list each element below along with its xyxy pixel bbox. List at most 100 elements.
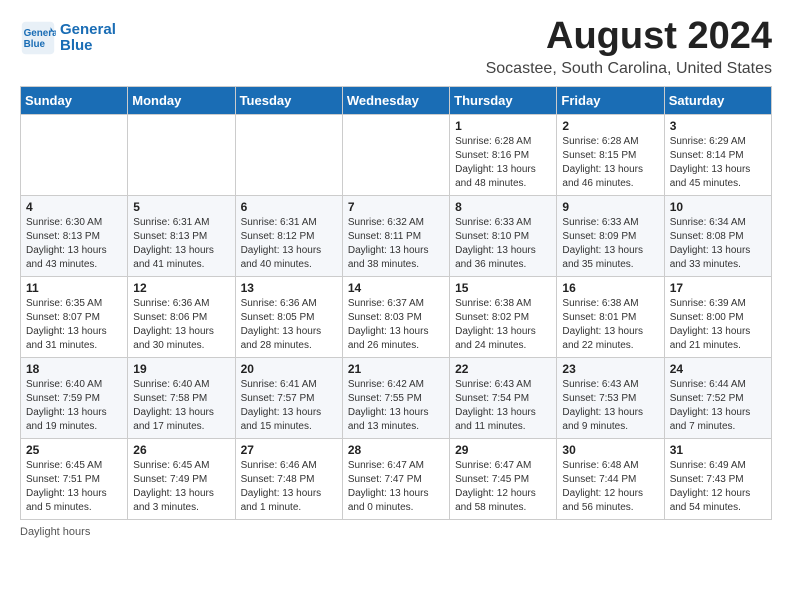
day-number: 13 (241, 281, 337, 295)
logo-icon: General Blue (20, 20, 56, 56)
day-info: Sunrise: 6:48 AMSunset: 7:44 PMDaylight:… (562, 459, 658, 515)
calendar-cell: 8Sunrise: 6:33 AMSunset: 8:10 PMDaylight… (450, 195, 557, 276)
day-number: 28 (348, 443, 444, 457)
day-number: 31 (670, 443, 766, 457)
calendar-cell: 4 Sunrise: 6:30 AMSunset: 8:13 PMDaylight… (21, 195, 128, 276)
logo: General Blue General Blue (20, 20, 116, 56)
calendar-cell: 19 Sunrise: 6:40 AMSunset: 7:58 PMDayligh… (128, 357, 235, 438)
calendar-header-tuesday: Tuesday (235, 86, 342, 114)
calendar-title: August 2024 (486, 16, 772, 58)
calendar-header-sunday: Sunday (21, 86, 128, 114)
day-info: Sunrise: 6:29 AMSunset: 8:14 PMDaylight:… (670, 135, 766, 191)
day-info: Sunrise: 6:36 AMSunset: 8:05 PMDaylight:… (241, 297, 337, 353)
day-number: 6 (241, 200, 337, 214)
day-info: Sunrise: 6:40 AMSunset: 7:59 PMDaylight:… (26, 378, 122, 434)
day-info: Sunrise: 6:38 AMSunset: 8:01 PMDaylight:… (562, 297, 658, 353)
calendar-cell: 1Sunrise: 6:28 AMSunset: 8:16 PMDaylight… (450, 114, 557, 195)
calendar-cell: 12 Sunrise: 6:36 AMSunset: 8:06 PMDayligh… (128, 276, 235, 357)
calendar-cell: 22 Sunrise: 6:43 AMSunset: 7:54 PMDayligh… (450, 357, 557, 438)
calendar-header-saturday: Saturday (664, 86, 771, 114)
calendar-week-row: 25 Sunrise: 6:45 AMSunset: 7:51 PMDayligh… (21, 438, 772, 519)
calendar-cell: 29Sunrise: 6:47 AMSunset: 7:45 PMDayligh… (450, 438, 557, 519)
day-number: 3 (670, 119, 766, 133)
calendar-cell: 13 Sunrise: 6:36 AMSunset: 8:05 PMDayligh… (235, 276, 342, 357)
calendar-table: SundayMondayTuesdayWednesdayThursdayFrid… (20, 86, 772, 520)
calendar-cell: 23 Sunrise: 6:43 AMSunset: 7:53 PMDayligh… (557, 357, 664, 438)
footer-note: Daylight hours (20, 526, 772, 538)
calendar-cell: 17 Sunrise: 6:39 AMSunset: 8:00 PMDayligh… (664, 276, 771, 357)
day-number: 17 (670, 281, 766, 295)
day-number: 26 (133, 443, 229, 457)
day-number: 8 (455, 200, 551, 214)
day-number: 2 (562, 119, 658, 133)
day-info: Sunrise: 6:35 AMSunset: 8:07 PMDaylight:… (26, 297, 122, 353)
calendar-cell: 7Sunrise: 6:32 AMSunset: 8:11 PMDaylight… (342, 195, 449, 276)
header: General Blue General Blue August 2024 So… (20, 16, 772, 78)
calendar-cell: 9Sunrise: 6:33 AMSunset: 8:09 PMDaylight… (557, 195, 664, 276)
calendar-cell (128, 114, 235, 195)
day-info: Sunrise: 6:47 AMSunset: 7:47 PMDaylight:… (348, 459, 444, 515)
calendar-cell: 11 Sunrise: 6:35 AMSunset: 8:07 PMDayligh… (21, 276, 128, 357)
day-info: Sunrise: 6:36 AMSunset: 8:06 PMDaylight:… (133, 297, 229, 353)
calendar-cell: 24 Sunrise: 6:44 AMSunset: 7:52 PMDayligh… (664, 357, 771, 438)
day-info: Sunrise: 6:39 AMSunset: 8:00 PMDaylight:… (670, 297, 766, 353)
calendar-subtitle: Socastee, South Carolina, United States (486, 60, 772, 78)
calendar-header-wednesday: Wednesday (342, 86, 449, 114)
day-number: 4 (26, 200, 122, 214)
day-info: Sunrise: 6:31 AMSunset: 8:13 PMDaylight:… (133, 216, 229, 272)
day-number: 20 (241, 362, 337, 376)
day-number: 5 (133, 200, 229, 214)
day-number: 25 (26, 443, 122, 457)
day-number: 15 (455, 281, 551, 295)
day-number: 22 (455, 362, 551, 376)
calendar-cell: 10 Sunrise: 6:34 AMSunset: 8:08 PMDayligh… (664, 195, 771, 276)
logo-line1: General (60, 21, 116, 38)
day-info: Sunrise: 6:45 AMSunset: 7:51 PMDaylight:… (26, 459, 122, 515)
day-number: 7 (348, 200, 444, 214)
calendar-header-row: SundayMondayTuesdayWednesdayThursdayFrid… (21, 86, 772, 114)
day-info: Sunrise: 6:43 AMSunset: 7:53 PMDaylight:… (562, 378, 658, 434)
calendar-cell: 26 Sunrise: 6:45 AMSunset: 7:49 PMDayligh… (128, 438, 235, 519)
calendar-cell (235, 114, 342, 195)
day-info: Sunrise: 6:28 AMSunset: 8:15 PMDaylight:… (562, 135, 658, 191)
calendar-week-row: 1Sunrise: 6:28 AMSunset: 8:16 PMDaylight… (21, 114, 772, 195)
svg-text:Blue: Blue (24, 39, 46, 50)
calendar-cell: 25 Sunrise: 6:45 AMSunset: 7:51 PMDayligh… (21, 438, 128, 519)
day-number: 11 (26, 281, 122, 295)
day-info: Sunrise: 6:30 AMSunset: 8:13 PMDaylight:… (26, 216, 122, 272)
day-number: 12 (133, 281, 229, 295)
day-number: 24 (670, 362, 766, 376)
day-info: Sunrise: 6:34 AMSunset: 8:08 PMDaylight:… (670, 216, 766, 272)
calendar-cell (21, 114, 128, 195)
calendar-cell: 5 Sunrise: 6:31 AMSunset: 8:13 PMDaylight… (128, 195, 235, 276)
day-info: Sunrise: 6:43 AMSunset: 7:54 PMDaylight:… (455, 378, 551, 434)
day-number: 14 (348, 281, 444, 295)
calendar-cell: 3 Sunrise: 6:29 AMSunset: 8:14 PMDaylight… (664, 114, 771, 195)
day-number: 1 (455, 119, 551, 133)
day-number: 10 (670, 200, 766, 214)
day-number: 21 (348, 362, 444, 376)
day-number: 19 (133, 362, 229, 376)
calendar-week-row: 18 Sunrise: 6:40 AMSunset: 7:59 PMDayligh… (21, 357, 772, 438)
calendar-cell (342, 114, 449, 195)
day-number: 16 (562, 281, 658, 295)
day-number: 23 (562, 362, 658, 376)
day-info: Sunrise: 6:41 AMSunset: 7:57 PMDaylight:… (241, 378, 337, 434)
day-info: Sunrise: 6:49 AMSunset: 7:43 PMDaylight:… (670, 459, 766, 515)
calendar-header-monday: Monday (128, 86, 235, 114)
logo-text: General Blue (60, 22, 116, 55)
day-number: 18 (26, 362, 122, 376)
day-info: Sunrise: 6:40 AMSunset: 7:58 PMDaylight:… (133, 378, 229, 434)
calendar-cell: 20 Sunrise: 6:41 AMSunset: 7:57 PMDayligh… (235, 357, 342, 438)
calendar-header-thursday: Thursday (450, 86, 557, 114)
day-number: 9 (562, 200, 658, 214)
day-info: Sunrise: 6:42 AMSunset: 7:55 PMDaylight:… (348, 378, 444, 434)
day-info: Sunrise: 6:31 AMSunset: 8:12 PMDaylight:… (241, 216, 337, 272)
calendar-cell: 30Sunrise: 6:48 AMSunset: 7:44 PMDayligh… (557, 438, 664, 519)
calendar-cell: 16 Sunrise: 6:38 AMSunset: 8:01 PMDayligh… (557, 276, 664, 357)
calendar-week-row: 4 Sunrise: 6:30 AMSunset: 8:13 PMDaylight… (21, 195, 772, 276)
day-info: Sunrise: 6:46 AMSunset: 7:48 PMDaylight:… (241, 459, 337, 515)
day-info: Sunrise: 6:45 AMSunset: 7:49 PMDaylight:… (133, 459, 229, 515)
day-info: Sunrise: 6:44 AMSunset: 7:52 PMDaylight:… (670, 378, 766, 434)
day-info: Sunrise: 6:38 AMSunset: 8:02 PMDaylight:… (455, 297, 551, 353)
